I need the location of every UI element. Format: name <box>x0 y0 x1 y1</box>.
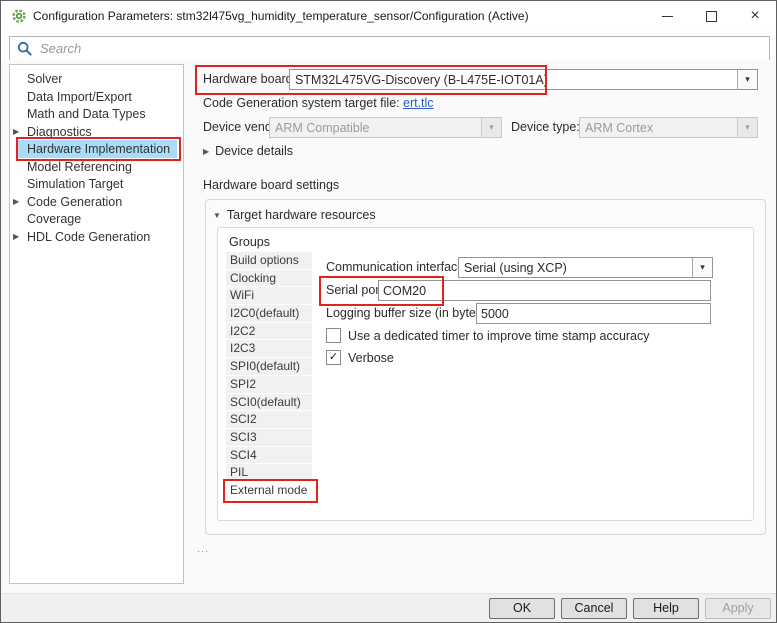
board-settings-heading: Hardware board settings <box>203 175 339 196</box>
minimize-icon <box>662 16 673 17</box>
target-file-link[interactable]: ert.tlc <box>403 93 434 114</box>
sidebar-item-solver[interactable]: Solver <box>10 70 191 88</box>
sidebar-item-label: Model Referencing <box>27 160 132 174</box>
logging-buffer-size-input[interactable] <box>476 303 711 324</box>
chevron-right-icon: ▶ <box>13 228 19 246</box>
sidebar-item-label: Coverage <box>27 212 81 226</box>
sidebar-item-coverage[interactable]: Coverage <box>10 210 191 228</box>
target-file-label: Code Generation system target file: <box>203 93 400 114</box>
search-bar <box>9 36 770 61</box>
window-title: Configuration Parameters: stm32l475vg_hu… <box>33 1 529 31</box>
logging-buffer-size-label: Logging buffer size (in bytes): <box>326 303 490 324</box>
group-item-external-mode[interactable]: External mode <box>226 482 312 499</box>
chevron-down-icon: ▾ <box>737 70 757 89</box>
chevron-down-icon: ▾ <box>481 118 501 137</box>
group-item-spi2[interactable]: SPI2 <box>226 376 312 393</box>
sidebar-item-math-and-data-types[interactable]: Math and Data Types <box>10 105 191 123</box>
maximize-button[interactable] <box>694 1 728 31</box>
group-item-sci4[interactable]: SCI4 <box>226 447 312 464</box>
group-item-wifi[interactable]: WiFi <box>226 287 312 304</box>
sidebar-item-model-referencing[interactable]: Model Referencing <box>10 158 191 176</box>
minimize-button[interactable] <box>650 1 684 31</box>
group-item-i2c2[interactable]: I2C2 <box>226 323 312 340</box>
target-hardware-resources-toggle[interactable]: ▼ Target hardware resources <box>213 208 376 222</box>
chevron-right-icon: ▶ <box>13 123 19 141</box>
help-button[interactable]: Help <box>633 598 699 619</box>
device-type-value: ARM Cortex <box>580 121 737 135</box>
dedicated-timer-checkbox-row: Use a dedicated timer to improve time st… <box>326 328 650 343</box>
sidebar-item-diagnostics[interactable]: ▶ Diagnostics <box>10 123 191 141</box>
chevron-down-icon: ▾ <box>692 258 712 277</box>
sidebar-item-hardware-implementation[interactable]: Hardware Implementation <box>18 140 177 158</box>
serial-port-input[interactable] <box>378 280 711 301</box>
group-item-sci0[interactable]: SCI0(default) <box>226 394 312 411</box>
groups-list: Build options Clocking WiFi I2C0(default… <box>226 252 312 500</box>
hardware-board-label: Hardware board: <box>203 69 296 90</box>
sidebar-item-label: Math and Data Types <box>27 107 146 121</box>
close-button[interactable]: × <box>738 1 772 31</box>
communication-interface-value: Serial (using XCP) <box>459 261 692 275</box>
ellipsis-text: ... <box>197 543 209 555</box>
group-item-pil[interactable]: PIL <box>226 464 312 481</box>
sidebar-item-label: Code Generation <box>27 195 122 209</box>
footer-button-bar: OK Cancel Help Apply <box>1 593 776 622</box>
close-icon: × <box>750 8 759 24</box>
communication-interface-select[interactable]: Serial (using XCP) ▾ <box>458 257 713 278</box>
apply-button: Apply <box>705 598 771 619</box>
group-item-i2c0[interactable]: I2C0(default) <box>226 305 312 322</box>
device-details-label: Device details <box>215 144 293 158</box>
group-item-clocking[interactable]: Clocking <box>226 270 312 287</box>
verbose-checkbox[interactable]: ✓ <box>326 350 341 365</box>
device-details-toggle[interactable]: ▶ Device details <box>203 144 293 158</box>
sidebar-item-data-import-export[interactable]: Data Import/Export <box>10 88 191 106</box>
sidebar-item-code-generation[interactable]: ▶ Code Generation <box>10 193 191 211</box>
dedicated-timer-label: Use a dedicated timer to improve time st… <box>348 329 650 343</box>
device-type-label: Device type: <box>511 117 580 138</box>
hardware-board-value: STM32L475VG-Discovery (B-L475E-IOT01A) <box>290 73 737 87</box>
ok-button[interactable]: OK <box>489 598 555 619</box>
group-item-build-options[interactable]: Build options <box>226 252 312 269</box>
chevron-down-expanded-icon: ▼ <box>213 211 221 220</box>
device-vendor-select: ARM Compatible ▾ <box>269 117 502 138</box>
group-item-spi0[interactable]: SPI0(default) <box>226 358 312 375</box>
communication-interface-label: Communication interface: <box>326 257 468 278</box>
sidebar-item-simulation-target[interactable]: Simulation Target <box>10 175 191 193</box>
configuration-parameters-dialog: Configuration Parameters: stm32l475vg_hu… <box>0 0 777 623</box>
search-icon <box>17 41 32 56</box>
verbose-label: Verbose <box>348 351 394 365</box>
hardware-board-select[interactable]: STM32L475VG-Discovery (B-L475E-IOT01A) ▾ <box>289 69 758 90</box>
sidebar-item-label: Simulation Target <box>27 177 123 191</box>
maximize-icon <box>706 11 717 22</box>
verbose-checkbox-row: ✓ Verbose <box>326 350 394 365</box>
group-item-sci2[interactable]: SCI2 <box>226 411 312 428</box>
group-item-sci3[interactable]: SCI3 <box>226 429 312 446</box>
sidebar-item-label: Diagnostics <box>27 125 92 139</box>
groups-label: Groups <box>229 235 270 249</box>
device-vendor-value: ARM Compatible <box>270 121 481 135</box>
chevron-right-icon: ▶ <box>203 147 209 156</box>
search-input[interactable] <box>38 40 769 57</box>
target-hardware-resources-label: Target hardware resources <box>227 208 376 222</box>
configuration-gear-icon <box>11 8 27 24</box>
sidebar-item-hdl-code-generation[interactable]: ▶ HDL Code Generation <box>10 228 191 246</box>
sidebar-item-label: HDL Code Generation <box>27 230 150 244</box>
device-type-select: ARM Cortex ▾ <box>579 117 758 138</box>
sidebar-item-label: Solver <box>27 72 62 86</box>
chevron-right-icon: ▶ <box>13 193 19 211</box>
dedicated-timer-checkbox[interactable] <box>326 328 341 343</box>
title-bar: Configuration Parameters: stm32l475vg_hu… <box>1 1 776 31</box>
cancel-button[interactable]: Cancel <box>561 598 627 619</box>
sidebar-item-label: Data Import/Export <box>27 90 132 104</box>
group-item-i2c3[interactable]: I2C3 <box>226 340 312 357</box>
chevron-down-icon: ▾ <box>737 118 757 137</box>
sidebar-item-label: Hardware Implementation <box>27 142 170 156</box>
